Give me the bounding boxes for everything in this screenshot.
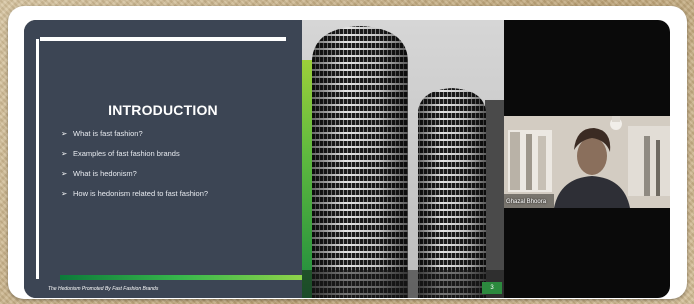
bullet-arrow-icon: ➢ <box>61 129 68 138</box>
bullet-arrow-icon: ➢ <box>61 149 68 158</box>
slide-bullet-list: ➢ What is fast fashion? ➢ Examples of fa… <box>61 128 208 208</box>
slide-accent-line-left <box>36 39 39 279</box>
participant-video-tile[interactable]: Ghazal Bhoora <box>504 116 670 208</box>
bullet-item: ➢ How is hedonism related to fast fashio… <box>61 188 208 208</box>
slide-photo-towers: 3 <box>302 20 504 298</box>
slide-page-number: 3 <box>482 282 502 294</box>
participant-name-label: Ghazal Bhoora <box>506 199 547 205</box>
bullet-item: ➢ Examples of fast fashion brands <box>61 148 208 168</box>
bullet-text: How is hedonism related to fast fashion? <box>73 189 209 198</box>
slide-footer-text: The Hedonism Promoted By Fast Fashion Br… <box>48 286 159 292</box>
participant-video-image <box>504 116 670 208</box>
tower-image <box>302 26 504 298</box>
meeting-screen: INTRODUCTION ➢ What is fast fashion? ➢ E… <box>24 20 670 298</box>
bullet-text: What is hedonism? <box>73 169 137 178</box>
bullet-item: ➢ What is fast fashion? <box>61 128 208 148</box>
slide-accent-line-top <box>40 37 286 41</box>
slide-title: INTRODUCTION <box>108 102 218 118</box>
bullet-text: Examples of fast fashion brands <box>73 149 180 158</box>
slide-green-bar <box>60 275 302 280</box>
bullet-arrow-icon: ➢ <box>61 169 68 178</box>
bullet-arrow-icon: ➢ <box>61 189 68 198</box>
presentation-slide: INTRODUCTION ➢ What is fast fashion? ➢ E… <box>24 20 302 298</box>
bullet-text: What is fast fashion? <box>73 129 143 138</box>
bullet-item: ➢ What is hedonism? <box>61 168 208 188</box>
